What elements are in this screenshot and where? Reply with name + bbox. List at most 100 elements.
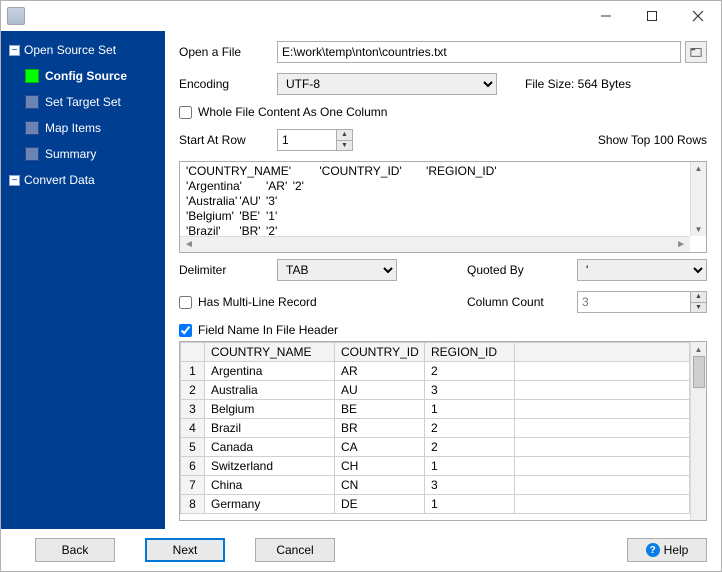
table-row[interactable]: 3BelgiumBE1 (181, 400, 690, 419)
wizard-footer: Back Next Cancel ? Help (1, 529, 721, 571)
show-top-label: Show Top 100 Rows (598, 133, 707, 147)
sidebar-item-map-items[interactable]: Map Items (3, 115, 165, 141)
quoted-select[interactable]: ' (577, 259, 707, 281)
multiline-input[interactable] (179, 296, 192, 309)
cell[interactable]: Brazil (205, 419, 335, 438)
cell-empty (515, 476, 690, 495)
cell[interactable]: 2 (425, 419, 515, 438)
sidebar-item-summary[interactable]: Summary (3, 141, 165, 167)
collapse-icon[interactable]: − (9, 45, 20, 56)
preview-vscrollbar[interactable]: ▲▼ (690, 162, 706, 236)
cell[interactable]: AR (335, 362, 425, 381)
whole-file-checkbox[interactable]: Whole File Content As One Column (179, 105, 387, 119)
sidebar-item-label: Config Source (45, 69, 127, 83)
cell[interactable]: CN (335, 476, 425, 495)
cell[interactable]: Belgium (205, 400, 335, 419)
cell[interactable]: China (205, 476, 335, 495)
table-row[interactable]: 4BrazilBR2 (181, 419, 690, 438)
back-button[interactable]: Back (35, 538, 115, 562)
wizard-sidebar: − Open Source Set Config Source Set Targ… (1, 31, 165, 529)
cancel-button[interactable]: Cancel (255, 538, 335, 562)
raw-preview: 'COUNTRY_NAME' 'COUNTRY_ID' 'REGION_ID' … (179, 161, 707, 253)
fieldname-input[interactable] (179, 324, 192, 337)
cell[interactable]: CA (335, 438, 425, 457)
cell[interactable]: Germany (205, 495, 335, 514)
fieldname-checkbox[interactable]: Field Name In File Header (179, 323, 338, 337)
cell-empty (515, 438, 690, 457)
column-header[interactable]: REGION_ID (425, 343, 515, 362)
colcount-label: Column Count (467, 295, 577, 309)
encoding-select[interactable]: UTF-8 (277, 73, 497, 95)
table-row[interactable]: 2AustraliaAU3 (181, 381, 690, 400)
maximize-button[interactable] (629, 1, 675, 31)
sidebar-root-convert-data[interactable]: − Convert Data (3, 167, 165, 193)
grid-corner (181, 343, 205, 362)
minimize-button[interactable] (583, 1, 629, 31)
row-header[interactable]: 3 (181, 400, 205, 419)
data-grid: COUNTRY_NAME COUNTRY_ID REGION_ID 1Argen… (179, 341, 707, 521)
cell[interactable]: Australia (205, 381, 335, 400)
cell[interactable]: 1 (425, 495, 515, 514)
row-header[interactable]: 6 (181, 457, 205, 476)
sidebar-root-open-source[interactable]: − Open Source Set (3, 37, 165, 63)
open-file-label: Open a File (179, 45, 277, 59)
titlebar (1, 1, 721, 31)
close-button[interactable] (675, 1, 721, 31)
column-header[interactable]: COUNTRY_NAME (205, 343, 335, 362)
spin-up-icon[interactable]: ▲ (690, 292, 706, 303)
sidebar-item-set-target[interactable]: Set Target Set (3, 89, 165, 115)
main-panel: Open a File Encoding UTF-8 File Size: 56… (165, 31, 721, 529)
table-row[interactable]: 7ChinaCN3 (181, 476, 690, 495)
step-active-icon (25, 69, 39, 83)
multiline-label: Has Multi-Line Record (198, 295, 317, 309)
table-row[interactable]: 8GermanyDE1 (181, 495, 690, 514)
row-header[interactable]: 4 (181, 419, 205, 438)
cell[interactable]: AU (335, 381, 425, 400)
collapse-icon[interactable]: − (9, 175, 20, 186)
sidebar-root-label: Convert Data (24, 173, 95, 187)
table-row[interactable]: 6SwitzerlandCH1 (181, 457, 690, 476)
cell[interactable]: 3 (425, 476, 515, 495)
whole-file-label: Whole File Content As One Column (198, 105, 387, 119)
cell[interactable]: 1 (425, 457, 515, 476)
sidebar-item-config-source[interactable]: Config Source (3, 63, 165, 89)
row-header[interactable]: 8 (181, 495, 205, 514)
cell[interactable]: 2 (425, 438, 515, 457)
cell[interactable]: 1 (425, 400, 515, 419)
spin-down-icon[interactable]: ▼ (336, 141, 352, 151)
row-header[interactable]: 5 (181, 438, 205, 457)
table-row[interactable]: 5CanadaCA2 (181, 438, 690, 457)
browse-button[interactable] (685, 41, 707, 63)
cell-empty (515, 381, 690, 400)
cell[interactable]: BR (335, 419, 425, 438)
whole-file-input[interactable] (179, 106, 192, 119)
file-path-input[interactable] (277, 41, 681, 63)
preview-hscrollbar[interactable]: ◄► (180, 236, 690, 252)
next-button[interactable]: Next (145, 538, 225, 562)
app-icon (7, 7, 25, 25)
multiline-checkbox[interactable]: Has Multi-Line Record (179, 295, 407, 309)
column-header[interactable]: COUNTRY_ID (335, 343, 425, 362)
row-header[interactable]: 7 (181, 476, 205, 495)
cell[interactable]: Switzerland (205, 457, 335, 476)
row-header[interactable]: 2 (181, 381, 205, 400)
grid-vscrollbar[interactable]: ▲ (690, 342, 706, 520)
row-header[interactable]: 1 (181, 362, 205, 381)
cell-empty (515, 457, 690, 476)
table-row[interactable]: 1ArgentinaAR2 (181, 362, 690, 381)
sidebar-item-label: Summary (45, 147, 96, 161)
step-icon (25, 95, 39, 109)
help-button[interactable]: ? Help (627, 538, 707, 562)
cell[interactable]: CH (335, 457, 425, 476)
spin-down-icon[interactable]: ▼ (690, 303, 706, 313)
delimiter-label: Delimiter (179, 263, 277, 277)
delimiter-select[interactable]: TAB (277, 259, 397, 281)
cell[interactable]: DE (335, 495, 425, 514)
spin-up-icon[interactable]: ▲ (336, 130, 352, 141)
cell[interactable]: Canada (205, 438, 335, 457)
cell[interactable]: Argentina (205, 362, 335, 381)
quoted-label: Quoted By (467, 263, 577, 277)
cell[interactable]: 2 (425, 362, 515, 381)
cell[interactable]: BE (335, 400, 425, 419)
cell[interactable]: 3 (425, 381, 515, 400)
